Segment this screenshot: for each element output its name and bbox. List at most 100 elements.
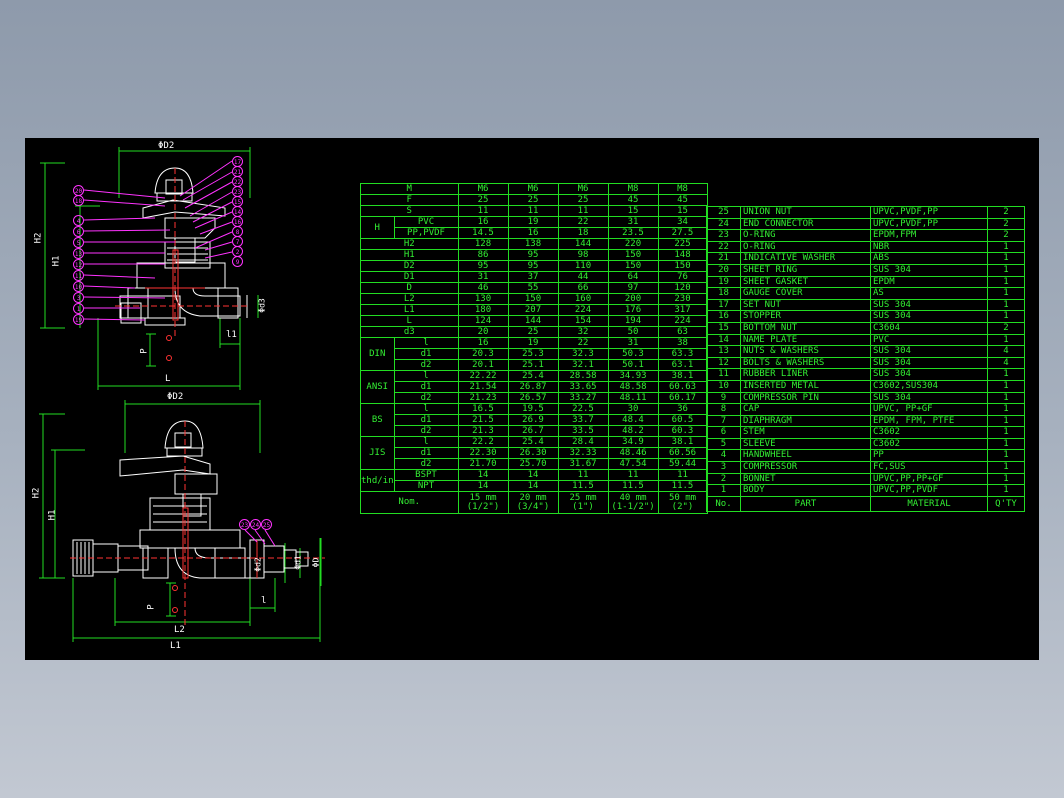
parts-part: CAP: [740, 403, 871, 416]
parts-row: 12 BOLTS & WASHERS SUS 304 4: [706, 356, 1025, 370]
dim-cell: 46: [457, 282, 509, 294]
dim-row: ANSI l 22.22 25.4 28.58 34.93 38.1: [360, 370, 708, 404]
dim-row-label: l: [393, 403, 459, 415]
parts-no: 13: [706, 345, 741, 358]
dim-cell: 44: [557, 271, 609, 283]
dim-row: H PVC 16 19 22 31 34: [360, 216, 708, 239]
parts-no: 12: [706, 356, 741, 370]
dim-row: d1 21.5 26.9 33.7 48.4 60.5: [361, 414, 708, 426]
dim-cell: 31: [607, 337, 659, 349]
dim-cell: 21.54: [457, 381, 509, 393]
dim-cell: 14: [457, 480, 509, 492]
parts-part: END CONNECTOR: [740, 217, 871, 231]
part-balloon: 6: [73, 226, 84, 237]
dim-row-label: NPT: [393, 480, 459, 492]
dim-cell: 160: [557, 293, 609, 305]
parts-part: COMPRESSOR PIN: [740, 391, 871, 405]
dim-row: d2 20.1 25.1 32.1 50.1 63.1: [361, 359, 708, 371]
dim-row-label: d1: [393, 447, 459, 459]
parts-material: SUS 304: [870, 391, 988, 405]
part-balloon: 3: [73, 292, 84, 303]
dim-cell: 33.65: [557, 381, 609, 393]
dim-cell: 66: [557, 282, 609, 294]
dim-cell: 25: [507, 326, 559, 338]
parts-part: GAUGE COVER: [740, 287, 871, 300]
dim-cell: 60.5: [657, 414, 708, 426]
dim-row: BS l 16.5 19.5 22.5 30 36: [360, 403, 708, 437]
dim-row-label: BSPT: [393, 469, 459, 481]
dim-cell: 38.1: [657, 436, 708, 448]
dim-cell: 32.33: [557, 447, 609, 459]
parts-material: SUS 304: [870, 263, 988, 277]
dim-d2-top: ΦD2: [158, 141, 175, 151]
part-balloon: 1: [73, 303, 84, 314]
dim-cell: 50: [607, 326, 659, 338]
dim-cell: M8: [657, 183, 708, 195]
parts-qty: 1: [987, 449, 1025, 463]
dim-l-bottom: l: [261, 596, 267, 606]
parts-part: UNION NUT: [740, 206, 871, 219]
dim-cell: 28.4: [557, 436, 609, 448]
parts-part: SET NUT: [740, 298, 871, 312]
cad-drawing-canvas: ΦD2 H2 H1 Φd3 l1 P L ΦD2 H2 H1 Φd1 Φd2 Φ…: [25, 138, 1039, 660]
dimension-table: M M6 M6 M6 M8 M8 F 25 25 25 45 45 S 11 11 11 15 15 H PVC 16 1…: [360, 183, 708, 514]
parts-part: BONNET: [740, 472, 871, 486]
dim-cell: 22.22: [457, 370, 509, 382]
parts-qty: 1: [987, 333, 1025, 347]
parts-qty: 1: [987, 414, 1025, 428]
parts-material: PVC: [870, 333, 988, 347]
dim-cell: M6: [557, 183, 609, 195]
parts-row: 18 GAUGE COVER AS 1: [706, 287, 1025, 300]
part-balloon: 11: [73, 270, 84, 281]
dim-row-label: d2: [393, 359, 459, 371]
dim-cell: 34.9: [607, 436, 659, 448]
parts-part: BODY: [740, 484, 871, 497]
dim-row-label: L2: [360, 293, 459, 305]
dim-cell: 45: [607, 194, 659, 206]
dim-cell: 48.2: [607, 425, 659, 437]
dim-cell: 33.5: [557, 425, 609, 437]
dim-cell: 150: [607, 260, 659, 272]
dim-row-label: D1: [360, 271, 459, 283]
dim-h2-bottom: H2: [31, 487, 42, 499]
dim-cell: 150: [507, 293, 559, 305]
dim-row-label: d1: [393, 414, 459, 426]
parts-no: 7: [706, 414, 741, 428]
dim-row-label: S: [360, 205, 459, 217]
dim-cell: 11: [607, 469, 659, 481]
dim-cell: 22: [557, 216, 609, 228]
parts-no: 25: [706, 206, 741, 219]
parts-qty: 1: [987, 461, 1025, 474]
dim-cell: 30: [607, 403, 659, 415]
dim-cell: 19: [507, 337, 559, 349]
parts-qty: 1: [987, 484, 1025, 497]
dim-cell: 60.3: [657, 425, 708, 437]
dim-row: H1 86 95 98 150 148: [360, 249, 708, 261]
dim-row: D 46 55 66 97 120: [360, 282, 708, 294]
dim-cell: 120: [657, 282, 708, 294]
parts-row: 11 RUBBER LINER SUS 304 1: [706, 368, 1025, 381]
dim-d1-bottom: Φd1: [293, 555, 303, 570]
parts-header-row: No. PART MATERIAL Q'TY: [706, 495, 1025, 512]
parts-part: COMPRESSOR: [740, 461, 871, 474]
dim-cell: 144: [557, 238, 609, 250]
dim-cell: 59.44: [657, 458, 708, 470]
dim-row-label: PVC: [393, 216, 459, 228]
parts-material: SUS 304: [870, 368, 988, 381]
dim-row-label: l: [393, 436, 459, 448]
part-balloon: 5: [73, 237, 84, 248]
dim-cell: 55: [507, 282, 559, 294]
dim-cell: 207: [507, 304, 559, 316]
part-balloon: 19: [73, 314, 84, 325]
dim-cell: 194: [607, 315, 659, 327]
parts-part: SHEET GASKET: [740, 275, 871, 289]
dim-nom-label: Nom.: [360, 491, 459, 514]
bottom-view: [39, 400, 325, 642]
dim-cell: 22: [557, 337, 609, 349]
dim-row-label: PP,PVDF: [393, 227, 459, 239]
dim-l2-bottom: L2: [174, 625, 185, 635]
dim-cell: 95: [507, 249, 559, 261]
parts-part: SLEEVE: [740, 437, 871, 451]
dim-cell: 25.4: [507, 436, 559, 448]
dim-nom-row: Nom. 15 mm (1/2") 20 mm (3/4") 25 mm (1") 40…: [360, 491, 708, 514]
